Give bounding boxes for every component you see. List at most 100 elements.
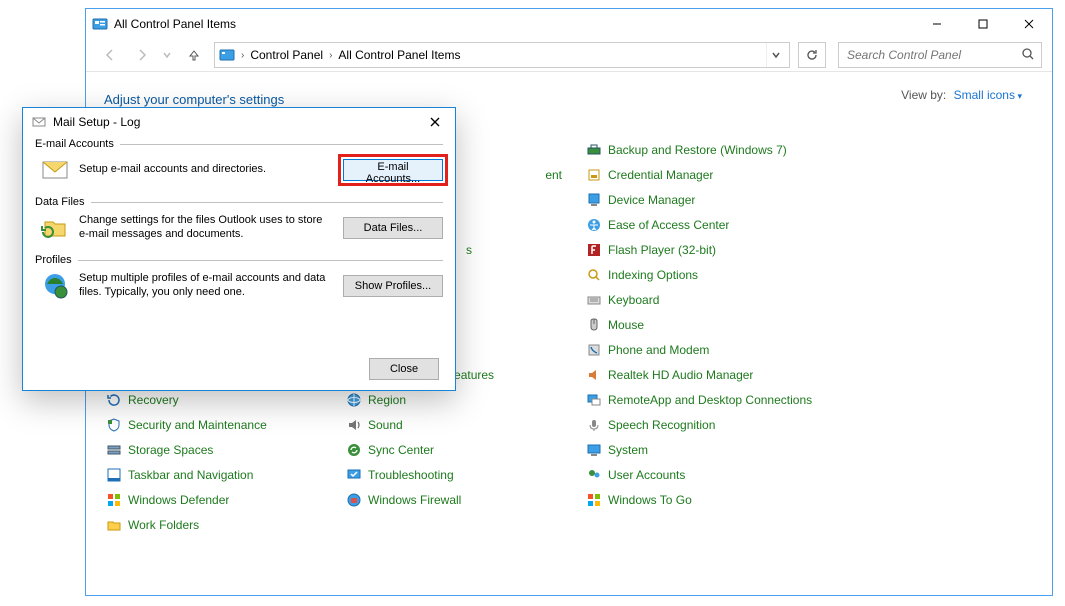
email-accounts-icon bbox=[39, 154, 71, 186]
work-folders-icon bbox=[106, 517, 122, 533]
item-link[interactable]: Speech Recognition bbox=[608, 418, 715, 432]
taskbar-icon bbox=[106, 467, 122, 483]
list-item[interactable]: Indexing Options bbox=[584, 262, 844, 287]
item-link[interactable]: Windows Firewall bbox=[368, 493, 461, 507]
keyboard-icon bbox=[586, 292, 602, 308]
list-item[interactable]: Work Folders bbox=[104, 512, 344, 537]
list-item[interactable]: Sound bbox=[344, 412, 584, 437]
item-link[interactable]: Phone and Modem bbox=[608, 343, 709, 357]
item-link[interactable]: Troubleshooting bbox=[368, 468, 454, 482]
list-item[interactable]: Credential Manager bbox=[584, 162, 844, 187]
dialog-close-button[interactable] bbox=[415, 108, 455, 136]
search-input[interactable] bbox=[845, 47, 1021, 63]
item-link[interactable]: Device Manager bbox=[608, 193, 695, 207]
list-item[interactable]: Windows Defender bbox=[104, 487, 344, 512]
forward-button[interactable] bbox=[128, 41, 156, 69]
item-link[interactable]: Storage Spaces bbox=[128, 443, 213, 457]
group-profiles: Profiles Setup multiple profiles of e-ma… bbox=[35, 254, 443, 306]
item-link[interactable]: Sound bbox=[368, 418, 403, 432]
search-box[interactable] bbox=[838, 42, 1042, 68]
item-link-fragment[interactable]: s bbox=[466, 243, 582, 257]
item-link[interactable]: System bbox=[608, 443, 648, 457]
item-link[interactable]: Work Folders bbox=[128, 518, 199, 532]
troubleshooting-icon bbox=[346, 467, 362, 483]
sync-center-icon bbox=[346, 442, 362, 458]
item-link[interactable]: Windows To Go bbox=[608, 493, 692, 507]
list-item[interactable]: Windows To Go bbox=[584, 487, 844, 512]
show-profiles-button[interactable]: Show Profiles... bbox=[343, 275, 443, 297]
list-item[interactable]: Windows Firewall bbox=[344, 487, 584, 512]
breadcrumb-separator[interactable]: › bbox=[327, 50, 334, 61]
item-link[interactable]: RemoteApp and Desktop Connections bbox=[608, 393, 812, 407]
breadcrumb-item-all-items[interactable]: All Control Panel Items bbox=[336, 48, 462, 62]
windows-firewall-icon bbox=[346, 492, 362, 508]
breadcrumb[interactable]: › Control Panel › All Control Panel Item… bbox=[214, 42, 790, 68]
refresh-button[interactable] bbox=[798, 42, 826, 68]
list-item[interactable]: Backup and Restore (Windows 7) bbox=[584, 137, 844, 162]
list-item[interactable]: Storage Spaces bbox=[104, 437, 344, 462]
data-files-button[interactable]: Data Files... bbox=[343, 217, 443, 239]
minimize-button[interactable] bbox=[914, 9, 960, 39]
window-titlebar: All Control Panel Items bbox=[86, 9, 1052, 39]
list-item[interactable]: Taskbar and Navigation bbox=[104, 462, 344, 487]
view-by-value[interactable]: Small icons bbox=[954, 88, 1022, 102]
breadcrumb-dropdown[interactable] bbox=[766, 43, 785, 67]
group-email-accounts: E-mail Accounts Setup e-mail accounts an… bbox=[35, 138, 443, 190]
item-link[interactable]: Security and Maintenance bbox=[128, 418, 267, 432]
list-item[interactable]: Ease of Access Center bbox=[584, 212, 844, 237]
list-item[interactable]: Mouse bbox=[584, 312, 844, 337]
item-link[interactable]: User Accounts bbox=[608, 468, 685, 482]
item-link[interactable]: Flash Player (32-bit) bbox=[608, 243, 716, 257]
list-item[interactable]: Speech Recognition bbox=[584, 412, 844, 437]
item-link[interactable]: Keyboard bbox=[608, 293, 659, 307]
item-link[interactable]: Sync Center bbox=[368, 443, 434, 457]
mouse-icon bbox=[586, 317, 602, 333]
email-accounts-button[interactable]: E-mail Accounts... bbox=[343, 159, 443, 181]
windows-defender-icon bbox=[106, 492, 122, 508]
storage-spaces-icon bbox=[106, 442, 122, 458]
indexing-options-icon bbox=[586, 267, 602, 283]
list-item[interactable]: Security and Maintenance bbox=[104, 412, 344, 437]
item-link-fragment[interactable]: ent bbox=[545, 168, 562, 182]
list-item[interactable]: Sync Center bbox=[344, 437, 584, 462]
phone-modem-icon bbox=[586, 342, 602, 358]
group-data-files: Data Files Change settings for the files… bbox=[35, 196, 443, 248]
dialog-titlebar: Mail Setup - Log bbox=[23, 108, 455, 136]
item-link[interactable]: Realtek HD Audio Manager bbox=[608, 368, 753, 382]
list-item[interactable]: RemoteApp and Desktop Connections bbox=[584, 387, 844, 412]
item-link[interactable]: Mouse bbox=[608, 318, 644, 332]
item-link[interactable]: Credential Manager bbox=[608, 168, 713, 182]
list-item[interactable]: System bbox=[584, 437, 844, 462]
up-button[interactable] bbox=[182, 43, 206, 67]
item-link[interactable]: Region bbox=[368, 393, 406, 407]
item-link[interactable]: Backup and Restore (Windows 7) bbox=[608, 143, 787, 157]
list-item[interactable]: Keyboard bbox=[584, 287, 844, 312]
list-item[interactable]: Troubleshooting bbox=[344, 462, 584, 487]
history-dropdown[interactable] bbox=[160, 41, 174, 69]
item-link[interactable]: Windows Defender bbox=[128, 493, 229, 507]
recovery-icon bbox=[106, 392, 122, 408]
list-item[interactable]: Realtek HD Audio Manager bbox=[584, 362, 844, 387]
maximize-button[interactable] bbox=[960, 9, 1006, 39]
mail-icon bbox=[31, 114, 47, 130]
flash-player-icon bbox=[586, 242, 602, 258]
item-link[interactable]: Taskbar and Navigation bbox=[128, 468, 253, 482]
nav-row: › Control Panel › All Control Panel Item… bbox=[86, 39, 1052, 72]
item-link[interactable]: Recovery bbox=[128, 393, 179, 407]
breadcrumb-root-arrow[interactable]: › bbox=[239, 50, 246, 61]
item-link[interactable]: Indexing Options bbox=[608, 268, 698, 282]
system-icon bbox=[586, 442, 602, 458]
dialog-footer: Close bbox=[369, 358, 439, 380]
list-item[interactable]: Device Manager bbox=[584, 187, 844, 212]
close-button[interactable] bbox=[1006, 9, 1052, 39]
list-item[interactable]: User Accounts bbox=[584, 462, 844, 487]
list-item[interactable]: Phone and Modem bbox=[584, 337, 844, 362]
item-link[interactable]: Ease of Access Center bbox=[608, 218, 729, 232]
backup-restore-icon bbox=[586, 142, 602, 158]
dialog-close-footer-button[interactable]: Close bbox=[369, 358, 439, 380]
back-button[interactable] bbox=[96, 41, 124, 69]
list-item[interactable]: Flash Player (32-bit) bbox=[584, 237, 844, 262]
breadcrumb-item-control-panel[interactable]: Control Panel bbox=[248, 48, 325, 62]
page-heading: Adjust your computer's settings bbox=[104, 92, 1034, 107]
view-by-control[interactable]: View by: Small icons bbox=[901, 88, 1022, 102]
